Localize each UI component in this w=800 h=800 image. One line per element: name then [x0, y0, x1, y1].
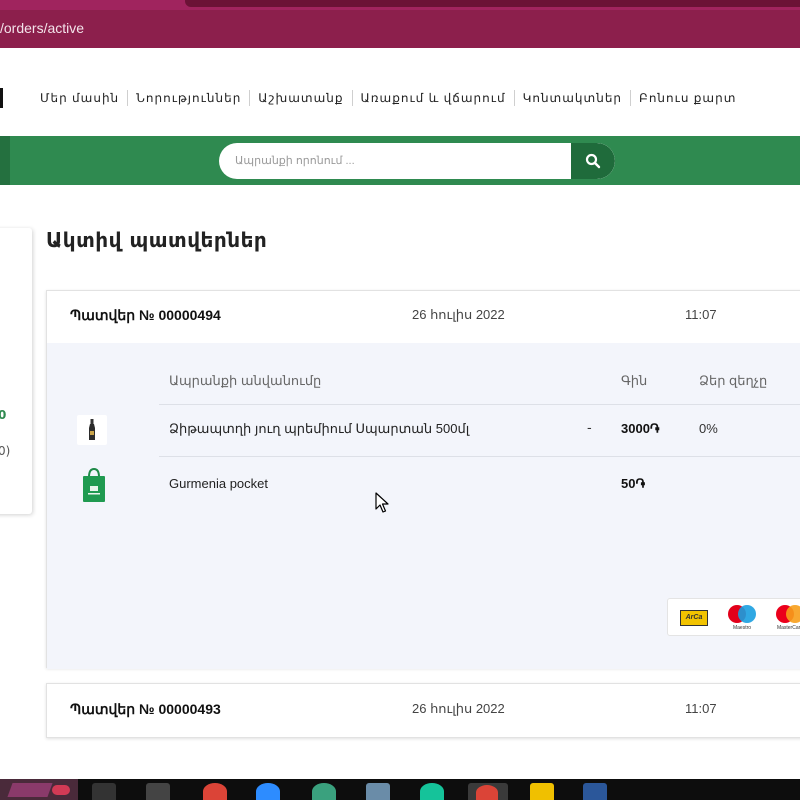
table-divider [159, 404, 800, 405]
browser-tab-strip [0, 0, 800, 10]
item-discount: 0% [699, 421, 718, 436]
file-explorer-icon[interactable] [530, 783, 554, 800]
order-header[interactable]: Պատվեր № 00000494 26 հուլիս 2022 11:07 [47, 291, 800, 343]
task-view-icon[interactable] [92, 783, 116, 800]
app-icon[interactable] [312, 783, 336, 800]
bottle-icon [89, 419, 95, 440]
url-text[interactable]: /orders/active [0, 20, 84, 36]
browser-address-bar[interactable]: /orders/active [0, 10, 800, 48]
sidebar-item-count[interactable]: 0) [0, 444, 10, 458]
account-sidebar [0, 228, 32, 514]
order-number: Պատվեր № 00000494 [70, 307, 221, 323]
chrome-icon[interactable] [203, 783, 227, 800]
sidebar-item-indicator[interactable]: 0 [0, 408, 6, 422]
payment-methods: ArCa Maestro MasterCard [667, 598, 800, 636]
taskbar-start-area[interactable] [0, 779, 78, 800]
item-name[interactable]: Gurmenia pocket [169, 476, 268, 491]
mastercard-icon: MasterCard [772, 605, 800, 631]
order-card[interactable]: Պատվեր № 00000493 26 հուլիս 2022 11:07 [46, 683, 800, 738]
app-icon[interactable] [146, 783, 170, 800]
os-taskbar [0, 779, 800, 800]
app-icon[interactable] [366, 783, 390, 800]
search-icon [585, 153, 601, 169]
menu-item-news[interactable]: Նորություններ [127, 90, 249, 106]
order-date: 26 հուլիս 2022 [412, 701, 505, 716]
chrome-active-icon[interactable] [468, 783, 508, 800]
order-card: Պատվեր № 00000494 26 հուլիս 2022 11:07 Ա… [46, 290, 800, 669]
browser-window: /orders/active Մեր մասին Նորություններ Ա… [0, 0, 800, 800]
table-divider [159, 456, 800, 457]
column-header-discount: Ձեր զեղչը [699, 373, 768, 388]
menu-item-about[interactable]: Մեր մասին [32, 90, 127, 106]
maestro-card-icon: Maestro [724, 605, 760, 631]
order-number: Պատվեր № 00000493 [70, 701, 221, 717]
mouse-cursor-icon [375, 492, 389, 513]
menu-item-bonus-card[interactable]: Բոնուս քարտ [630, 90, 744, 106]
menu-item-jobs[interactable]: Աշխատանք [249, 90, 351, 106]
order-time: 11:07 [685, 701, 717, 716]
order-time: 11:07 [685, 307, 717, 322]
shopping-bag-icon [83, 467, 105, 502]
page-title: Ակտիվ պատվերներ [46, 228, 268, 252]
product-thumbnail[interactable] [77, 415, 107, 445]
product-thumbnail[interactable] [81, 467, 107, 503]
search-button[interactable] [571, 143, 615, 179]
order-details: Ապրանքի անվանումը Գին Ձեր զեղչը Ձիթապտղի… [47, 343, 800, 669]
word-icon[interactable] [583, 783, 607, 800]
browser-active-tab[interactable] [185, 0, 800, 7]
order-date: 26 հուլիս 2022 [412, 307, 505, 322]
column-header-price: Գին [621, 373, 648, 388]
arca-card-icon: ArCa [680, 610, 708, 626]
site-logo[interactable] [0, 88, 3, 108]
catalog-toggle[interactable] [0, 136, 10, 185]
grammarly-icon[interactable] [420, 783, 444, 800]
item-price: 3000֏ [621, 421, 660, 436]
search-input[interactable] [219, 143, 571, 179]
menu-item-delivery[interactable]: Առաքում և վճարում [351, 90, 514, 106]
column-header-name: Ապրանքի անվանումը [169, 373, 322, 388]
zoom-icon[interactable] [256, 783, 280, 800]
search-box [219, 143, 615, 179]
item-name[interactable]: Ձիթապտղի յուղ պրեմիում Սպարտան 500մլ [169, 421, 469, 437]
item-quantity-dash: - [587, 421, 592, 436]
item-price: 50֏ [621, 476, 646, 491]
main-menu: Մեր մասին Նորություններ Աշխատանք Առաքում… [32, 89, 744, 107]
menu-item-contacts[interactable]: Կոնտակտներ [513, 90, 630, 106]
